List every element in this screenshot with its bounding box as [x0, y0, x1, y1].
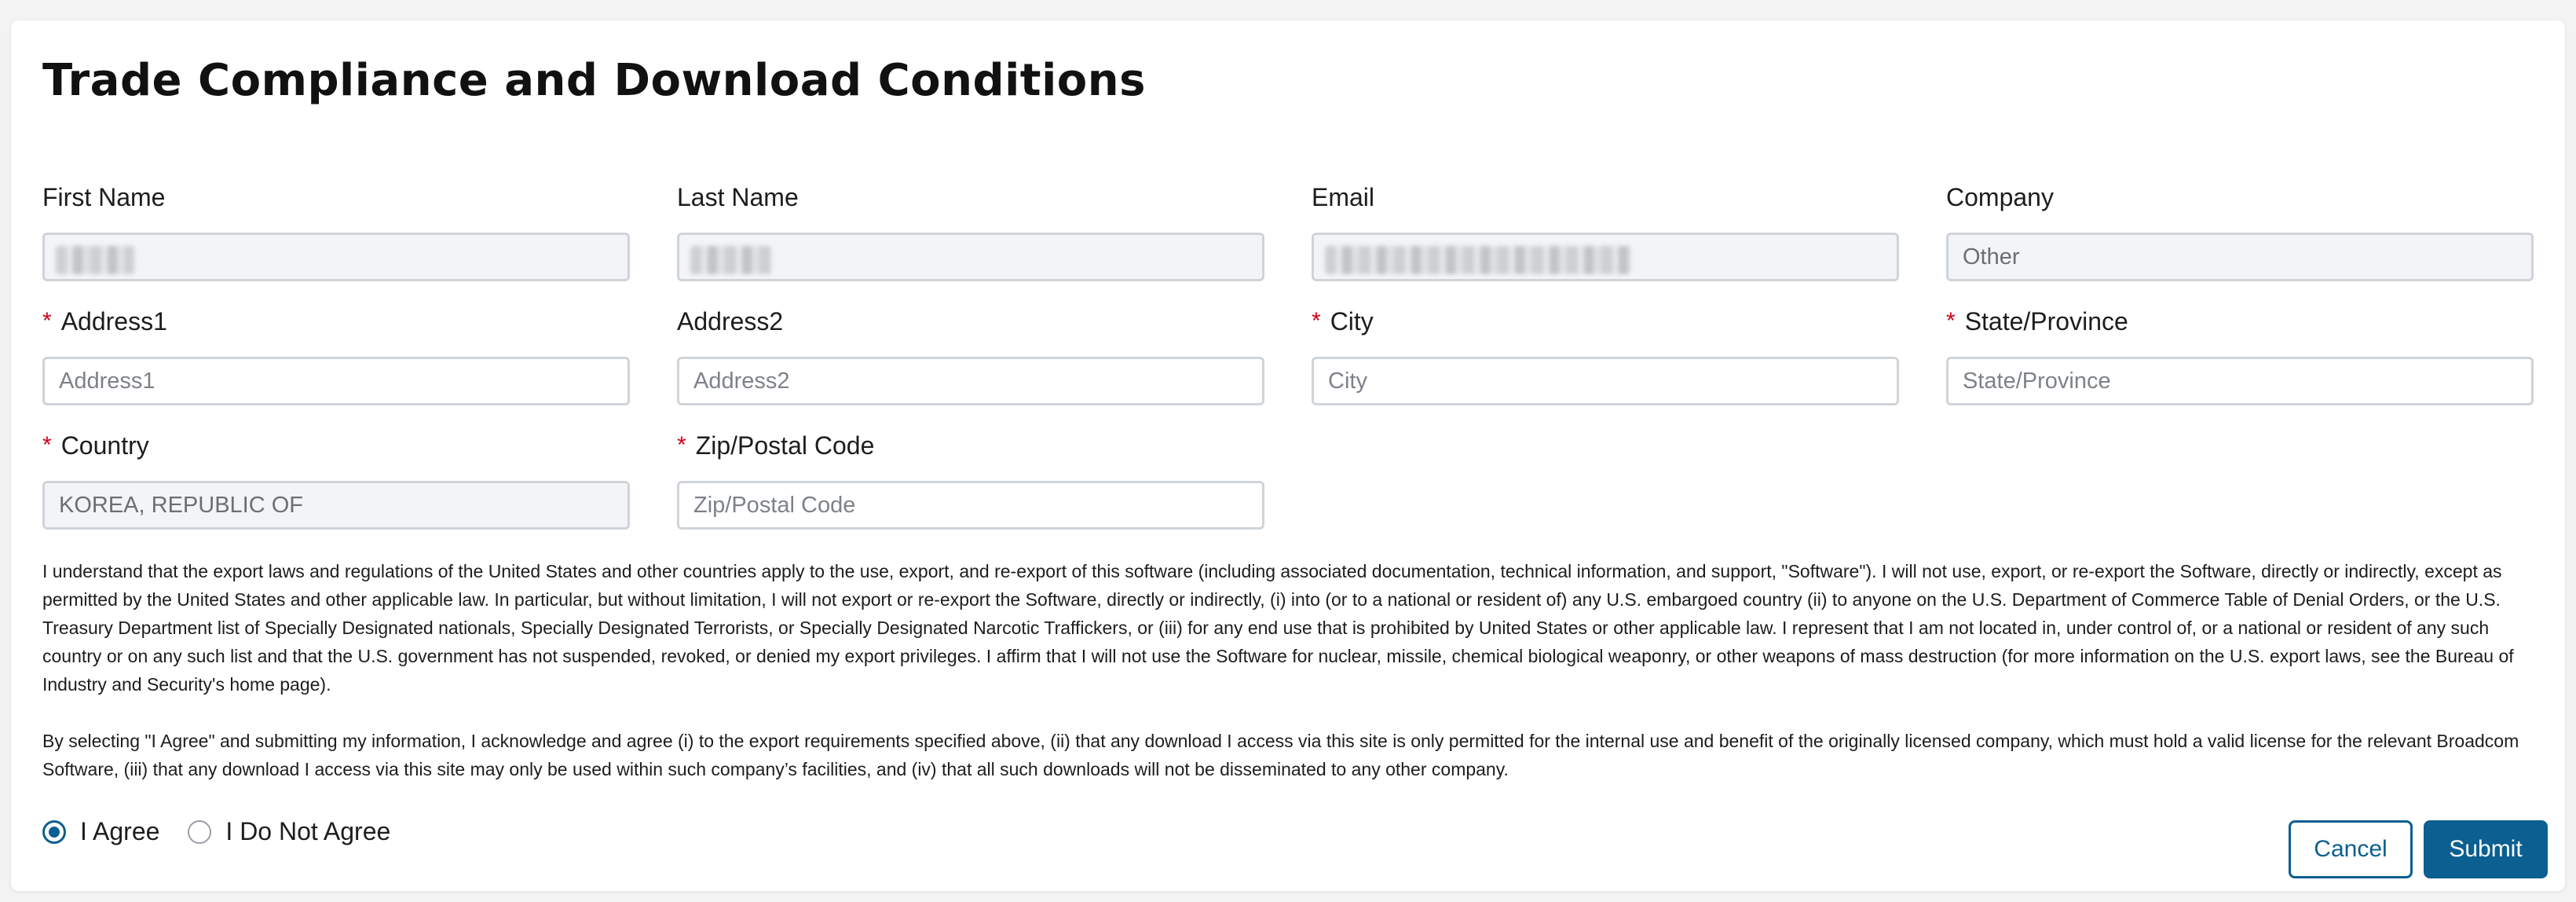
last-name-field: Last Name	[677, 174, 1264, 281]
required-marker: *	[42, 432, 52, 458]
email-input[interactable]	[1312, 233, 1899, 281]
required-marker: *	[1312, 308, 1321, 334]
address1-label: Address1	[60, 307, 167, 336]
address1-field: * Address1	[42, 299, 630, 405]
country-field: * Country	[42, 423, 630, 530]
state-province-input[interactable]	[1946, 357, 2534, 405]
email-label: Email	[1312, 183, 1375, 211]
required-marker: *	[677, 432, 686, 458]
city-field: * City	[1312, 299, 1899, 405]
address1-input[interactable]	[42, 357, 630, 405]
agreement-terms-text: By selecting "I Agree" and submitting my…	[42, 731, 2519, 779]
radio-i-do-not-agree-label: I Do Not Agree	[225, 817, 391, 845]
company-input[interactable]	[1946, 233, 2534, 281]
first-name-label: First Name	[42, 183, 166, 211]
submit-button[interactable]: Submit	[2424, 820, 2548, 878]
radio-unselected-icon[interactable]	[188, 820, 212, 844]
state-province-label: State/Province	[1964, 307, 2128, 336]
required-marker: *	[1946, 308, 1956, 334]
zip-postal-input[interactable]	[677, 481, 1264, 530]
required-marker: *	[42, 308, 52, 334]
agreement-radio-group: I Agree I Do Not Agree	[42, 817, 419, 846]
last-name-input[interactable]	[677, 233, 1264, 281]
redacted-value	[690, 246, 772, 274]
zip-postal-label: Zip/Postal Code	[695, 431, 875, 460]
city-input[interactable]	[1312, 357, 1899, 405]
radio-i-do-not-agree[interactable]: I Do Not Agree	[188, 817, 390, 846]
address2-label: Address2	[677, 307, 784, 336]
city-label: City	[1330, 307, 1374, 336]
company-label: Company	[1946, 183, 2054, 211]
address2-field: Address2	[677, 299, 1264, 405]
country-input[interactable]	[42, 481, 630, 530]
country-label: Country	[60, 431, 149, 460]
email-field: Email	[1312, 174, 1899, 281]
zip-postal-field: * Zip/Postal Code	[677, 423, 1264, 530]
first-name-input[interactable]	[42, 233, 630, 281]
cancel-button[interactable]: Cancel	[2289, 820, 2413, 878]
compliance-card: Trade Compliance and Download Conditions…	[11, 20, 2565, 891]
state-province-field: * State/Province	[1946, 299, 2534, 405]
first-name-field: First Name	[42, 174, 630, 281]
form-grid: First Name Last Name Email Company * Addr…	[42, 174, 2535, 530]
company-field: Company	[1946, 174, 2534, 281]
export-terms-text: I understand that the export laws and re…	[42, 561, 2514, 695]
radio-i-agree[interactable]: I Agree	[42, 817, 159, 846]
page-title: Trade Compliance and Download Conditions	[42, 55, 1146, 106]
radio-selected-icon[interactable]	[42, 820, 66, 844]
redacted-value	[56, 246, 134, 274]
last-name-label: Last Name	[677, 183, 799, 211]
address2-input[interactable]	[677, 357, 1264, 405]
radio-i-agree-label: I Agree	[80, 817, 160, 845]
redacted-value	[1325, 246, 1631, 274]
